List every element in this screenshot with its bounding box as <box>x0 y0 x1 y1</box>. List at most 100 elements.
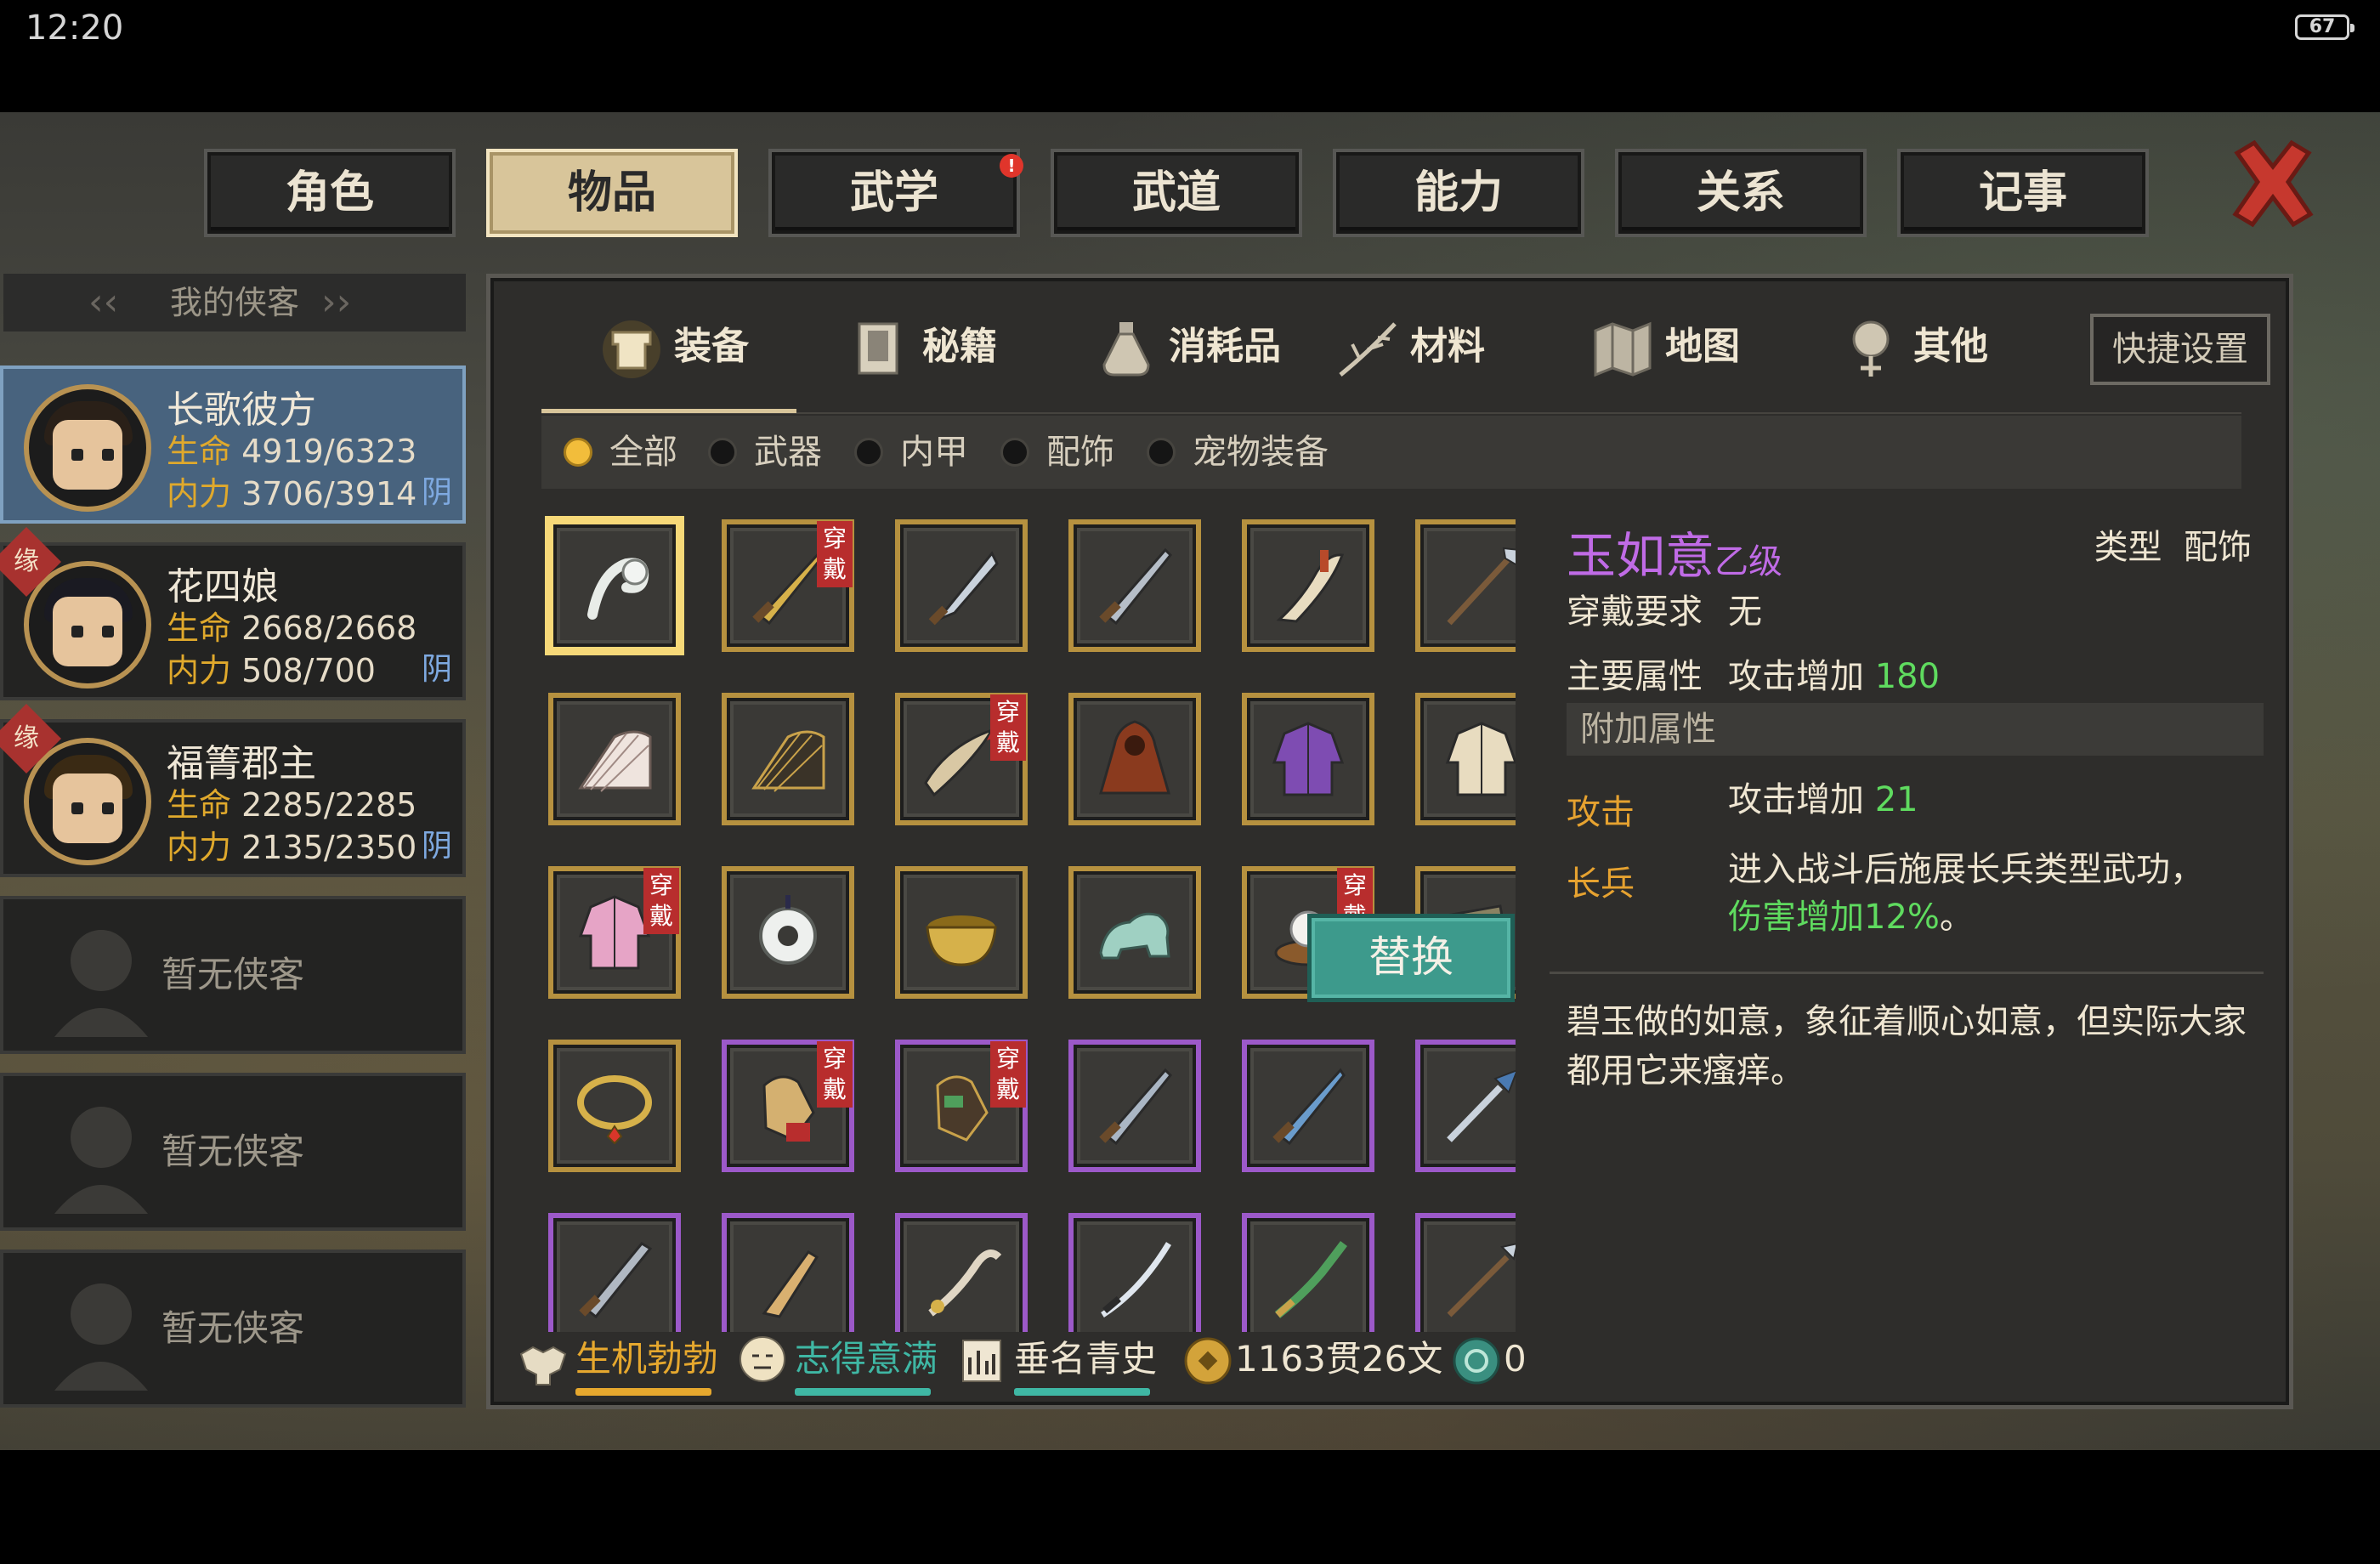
character-card[interactable]: 长歌彼方 生命 4919/6323 内力 3706/3914 阴 <box>0 366 466 524</box>
category-underline <box>541 409 796 413</box>
character-card[interactable]: 缘 花四娘 生命 2668/2668 内力 508/700 阴 <box>0 526 466 700</box>
item-slot[interactable] <box>1068 519 1201 652</box>
category-manuals[interactable]: 秘籍 <box>846 310 1007 383</box>
status-vitality: 生机勃勃 <box>516 1332 728 1400</box>
roster-prev-icon[interactable]: ‹‹ <box>88 274 118 332</box>
item-slot[interactable] <box>722 693 854 825</box>
category-materials[interactable]: 材料 <box>1334 310 1495 383</box>
item-slot[interactable] <box>722 1213 854 1332</box>
shortcut-settings-button[interactable]: 快捷设置 <box>2090 314 2270 385</box>
game-screen: { "statusbar": {"time": "12:20", "batter… <box>0 0 2380 1564</box>
tab-martial-arts-label: 武学 <box>849 167 938 218</box>
empty-slot[interactable]: 暂无侠客 <box>0 1250 466 1408</box>
item-slot[interactable] <box>895 866 1028 999</box>
item-slot[interactable] <box>1242 519 1374 652</box>
item-description: 碧玉做的如意，象征着顺心如意，但实际大家都用它来瘙痒。 <box>1567 1002 2247 1091</box>
close-icon <box>2232 139 2314 228</box>
item-slot[interactable] <box>1068 1040 1201 1172</box>
replace-button[interactable]: 替换 <box>1307 914 1515 1002</box>
yin-tag: 阴 <box>421 652 452 687</box>
item-slot[interactable] <box>1415 693 1516 825</box>
extra-attribute-header: 附加属性 <box>1567 703 2264 756</box>
fame-bar <box>1014 1388 1150 1396</box>
radio-icon <box>1000 438 1029 467</box>
category-equipment[interactable]: 装备 <box>598 310 759 383</box>
empty-slot-label: 暂无侠客 <box>161 1307 304 1349</box>
category-label: 材料 <box>1410 325 1485 368</box>
item-slot[interactable] <box>548 1040 681 1172</box>
item-slot[interactable] <box>548 519 681 652</box>
category-consumables[interactable]: 消耗品 <box>1092 310 1296 383</box>
roster-next-icon[interactable]: ›› <box>321 274 351 332</box>
item-slot[interactable] <box>1242 1040 1374 1172</box>
item-slot[interactable]: 穿戴 <box>722 1040 854 1172</box>
hp-line: 生命 2668/2668 <box>167 609 417 647</box>
tab-relations[interactable]: 关系 <box>1615 149 1867 237</box>
radio-icon <box>854 438 883 467</box>
category-others[interactable]: 其他 <box>1837 310 1998 383</box>
category-label: 地图 <box>1665 325 1740 368</box>
equipped-tag: 穿戴 <box>817 521 853 587</box>
item-slot[interactable]: 穿戴 <box>548 866 681 999</box>
filter-pet-gear[interactable]: 宠物装备 <box>1147 431 1334 473</box>
fame-icon <box>962 1340 1001 1382</box>
status-bar: 12:20 67 <box>0 0 2380 112</box>
item-slot[interactable] <box>1068 693 1201 825</box>
hp-value: 2668/2668 <box>241 609 417 647</box>
money-value: 1163贯26文 <box>1235 1338 1443 1380</box>
equipped-tag: 穿戴 <box>990 1041 1026 1108</box>
item-slot[interactable] <box>895 1213 1028 1332</box>
category-maps[interactable]: 地图 <box>1589 310 1750 383</box>
empty-slot[interactable]: 暂无侠客 <box>0 896 466 1054</box>
category-label: 其他 <box>1913 325 1988 368</box>
roster-panel: ‹‹ 我的侠客 ›› 长歌彼方 生命 4919/6323 内力 3706/391… <box>0 274 469 1409</box>
item-slot[interactable] <box>1415 519 1516 652</box>
item-slot[interactable]: 穿戴 <box>722 519 854 652</box>
equipped-tag: 穿戴 <box>643 868 679 934</box>
item-slot[interactable] <box>1242 693 1374 825</box>
item-slot[interactable] <box>722 866 854 999</box>
close-button[interactable] <box>2225 136 2320 231</box>
book-icon <box>858 322 898 375</box>
equipped-tag: 穿戴 <box>990 694 1026 761</box>
item-slot[interactable] <box>548 693 681 825</box>
tab-items[interactable]: 物品 <box>486 149 738 237</box>
avatar <box>24 384 151 512</box>
filter-weapon[interactable]: 武器 <box>708 431 827 473</box>
tab-ability[interactable]: 能力 <box>1333 149 1584 237</box>
yin-tag: 阴 <box>421 829 452 864</box>
mp-value: 2135/2350 <box>241 829 417 866</box>
roster-header: ‹‹ 我的侠客 ›› <box>3 274 466 332</box>
item-slot[interactable] <box>1242 1213 1374 1332</box>
item-slot[interactable] <box>1415 1040 1516 1172</box>
filter-accessory[interactable]: 配饰 <box>1000 431 1119 473</box>
yin-tag: 阴 <box>421 475 452 510</box>
tab-martial-way[interactable]: 武道 <box>1051 149 1302 237</box>
strength-icon <box>519 1346 567 1386</box>
hp-line: 生命 4919/6323 <box>167 433 417 470</box>
main-attribute: 主要属性 攻击增加 180 <box>1567 657 1941 696</box>
radio-icon <box>1147 438 1176 467</box>
potion-icon <box>1102 322 1150 377</box>
item-slot[interactable]: 穿戴 <box>895 1040 1028 1172</box>
item-slot[interactable] <box>1415 1213 1516 1332</box>
filter-inner-armor[interactable]: 内甲 <box>854 431 973 473</box>
tab-martial-arts[interactable]: 武学! <box>768 149 1023 237</box>
character-card[interactable]: 缘 福箐郡主 生命 2285/2285 内力 2135/2350 阴 <box>0 703 466 877</box>
money-display: 1163贯26文 <box>1182 1332 1446 1400</box>
tab-character[interactable]: 角色 <box>204 149 456 237</box>
item-slot[interactable] <box>548 1213 681 1332</box>
mood-bar <box>795 1388 931 1396</box>
hp-value: 2285/2285 <box>241 786 417 824</box>
item-slot[interactable] <box>895 519 1028 652</box>
item-slot[interactable] <box>1068 866 1201 999</box>
roster-title: 我的侠客 <box>169 284 299 321</box>
empty-slot[interactable]: 暂无侠客 <box>0 1073 466 1231</box>
item-slot[interactable] <box>1068 1213 1201 1332</box>
mp-line: 内力 2135/2350 <box>167 829 417 866</box>
tab-journal[interactable]: 记事 <box>1897 149 2149 237</box>
filter-all[interactable]: 全部 <box>564 431 683 473</box>
item-slot[interactable]: 穿戴 <box>895 693 1028 825</box>
category-label: 装备 <box>674 325 749 368</box>
empty-slot-label: 暂无侠客 <box>161 954 304 995</box>
